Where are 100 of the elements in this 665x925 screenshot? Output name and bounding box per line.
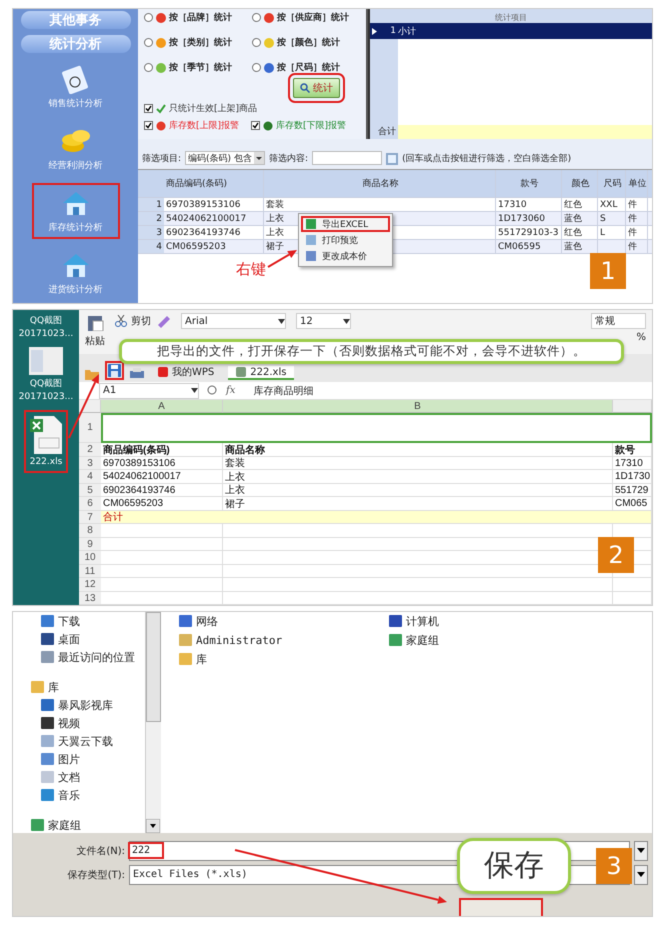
table-cell: L [598, 226, 626, 239]
table-cell: 6902364193746 [101, 484, 223, 498]
nav-item[interactable]: 家庭组 [48, 818, 81, 833]
film-icon [41, 717, 54, 730]
row-number: 10 [79, 551, 101, 565]
select-all-corner[interactable] [79, 400, 101, 414]
checkbox-option[interactable]: 只统计生效[上架]商品 [144, 102, 258, 115]
nav-item[interactable]: 桌面 [58, 632, 80, 647]
checkbox[interactable] [144, 104, 153, 113]
nav-item[interactable]: 最近访问的位置 [58, 650, 135, 665]
document-tab[interactable]: 我的WPS [150, 366, 222, 380]
location-item[interactable]: Administrator [196, 634, 282, 647]
row-number: 4 [138, 240, 164, 253]
location-item[interactable]: 家庭组 [406, 632, 439, 648]
desktop-icon-label[interactable]: QQ截图 [30, 377, 62, 390]
dropdown-button[interactable] [634, 840, 648, 861]
screenshot-thumbnail-icon[interactable] [29, 347, 63, 376]
table-cell: 件 [626, 212, 648, 225]
radio-button[interactable] [144, 38, 153, 47]
nav-item[interactable]: 暴风影视库 [58, 698, 113, 713]
dropdown-button[interactable] [634, 864, 648, 885]
category-icon [264, 12, 274, 22]
music-note-icon [41, 789, 54, 802]
column-header: 统计项目 [370, 9, 652, 23]
document-tab[interactable]: 222.xls [228, 366, 294, 380]
step-badge: 3 [596, 848, 632, 884]
checkbox[interactable] [251, 121, 260, 130]
file-icon-tile[interactable]: 222.xls [24, 410, 68, 474]
column-header: A [101, 400, 223, 414]
zoom-icon[interactable] [207, 385, 218, 396]
nav-item[interactable]: 图片 [58, 752, 80, 767]
group-by-option[interactable]: 按［供应商］统计 [252, 11, 360, 24]
radio-button[interactable] [144, 13, 153, 22]
radio-button[interactable] [252, 63, 261, 72]
table-cell: 54024062100017 [101, 470, 223, 484]
percent-button[interactable]: % [636, 332, 646, 344]
table-cell: 红色 [562, 226, 598, 239]
group-by-option[interactable]: 按［品牌］统计 [144, 11, 252, 24]
location-item[interactable]: 库 [196, 652, 207, 667]
dialog-button[interactable] [459, 898, 543, 916]
nav-item[interactable]: 视频 [58, 716, 80, 731]
group-by-option[interactable]: 按［类别］统计 [144, 36, 252, 49]
callout-bubble: 保存 [457, 838, 571, 894]
column-header: 商品编码(条码) [164, 170, 264, 197]
column-header: 商品名称 [264, 170, 496, 197]
group-by-option[interactable]: 按［尺码］统计 [252, 61, 360, 74]
radio-button[interactable] [252, 38, 261, 47]
number-format-select[interactable]: 常规 [591, 313, 646, 330]
nav-item[interactable]: 文档 [58, 770, 80, 785]
formula-field[interactable]: 库存商品明细 [253, 384, 314, 398]
column-header: B [223, 400, 613, 414]
group-by-option[interactable]: 按［颜色］统计 [252, 36, 360, 49]
table-cell: CM06595203 [164, 240, 264, 253]
header-cell: 款号 [613, 443, 652, 457]
checkbox[interactable] [144, 121, 153, 130]
radio-button[interactable] [252, 13, 261, 22]
category-icon [156, 38, 166, 48]
save-icon[interactable] [105, 361, 124, 380]
nav-item[interactable]: 下载 [58, 614, 80, 629]
caret-icon[interactable] [343, 318, 350, 324]
scroll-thumb[interactable] [146, 612, 161, 722]
menu-item[interactable]: 导出EXCEL [301, 216, 390, 232]
desktop-icon-label[interactable]: 20171023... [18, 329, 74, 340]
function-label[interactable]: fx [226, 385, 236, 396]
summary-row[interactable]: 1 小计 [370, 23, 652, 39]
row-number: 12 [79, 578, 101, 592]
scrollbar[interactable] [145, 612, 161, 833]
desktop-icon-label[interactable]: QQ截图 [30, 314, 62, 328]
nav-item[interactable]: 库 [48, 680, 59, 695]
cut-button[interactable]: 剪切 [131, 314, 151, 328]
paste-button[interactable]: 粘贴 [85, 334, 105, 348]
checkbox-option[interactable]: 库存数[上限]报警 [144, 119, 240, 132]
cell-reference-field[interactable]: A1 [99, 382, 199, 399]
print-icon[interactable] [130, 368, 144, 380]
table-row[interactable]: 1 6970389153106 套装 17310 红色 XXL 件 [138, 198, 652, 212]
table-cell: 6970389153106 [101, 456, 223, 470]
filter-input[interactable] [312, 151, 382, 165]
filter-label: 筛选内容: [269, 152, 308, 165]
nav-item[interactable]: 音乐 [58, 788, 80, 803]
scroll-down-icon[interactable] [146, 818, 160, 833]
group-by-option[interactable]: 按［季节］统计 [144, 61, 252, 74]
paste-icon[interactable] [86, 313, 104, 332]
field-label: 保存类型(T): [66, 868, 125, 882]
caret-icon[interactable] [191, 388, 198, 394]
checkbox-option[interactable]: 库存数[下限]报警 [251, 119, 346, 132]
category-icon [156, 12, 166, 22]
desktop-icon-label[interactable]: 20171023... [18, 392, 74, 402]
table-cell: 551729 [613, 484, 652, 498]
filter-field-select[interactable]: 编码(条码) 包含 [185, 151, 266, 165]
font-select[interactable]: Arial [181, 313, 286, 330]
location-item[interactable]: 计算机 [406, 614, 439, 629]
table-cell: CM06595203 [101, 497, 223, 511]
nav-item[interactable]: 天翼云下载 [58, 734, 113, 749]
radio-button[interactable] [144, 63, 153, 72]
font-size-select[interactable]: 12 [296, 313, 351, 330]
scissors-icon[interactable] [115, 315, 127, 328]
spreadsheet-icon [306, 219, 316, 229]
location-item[interactable]: 网络 [196, 614, 218, 629]
caret-icon[interactable] [278, 318, 285, 324]
row-number: 9 [79, 538, 101, 552]
